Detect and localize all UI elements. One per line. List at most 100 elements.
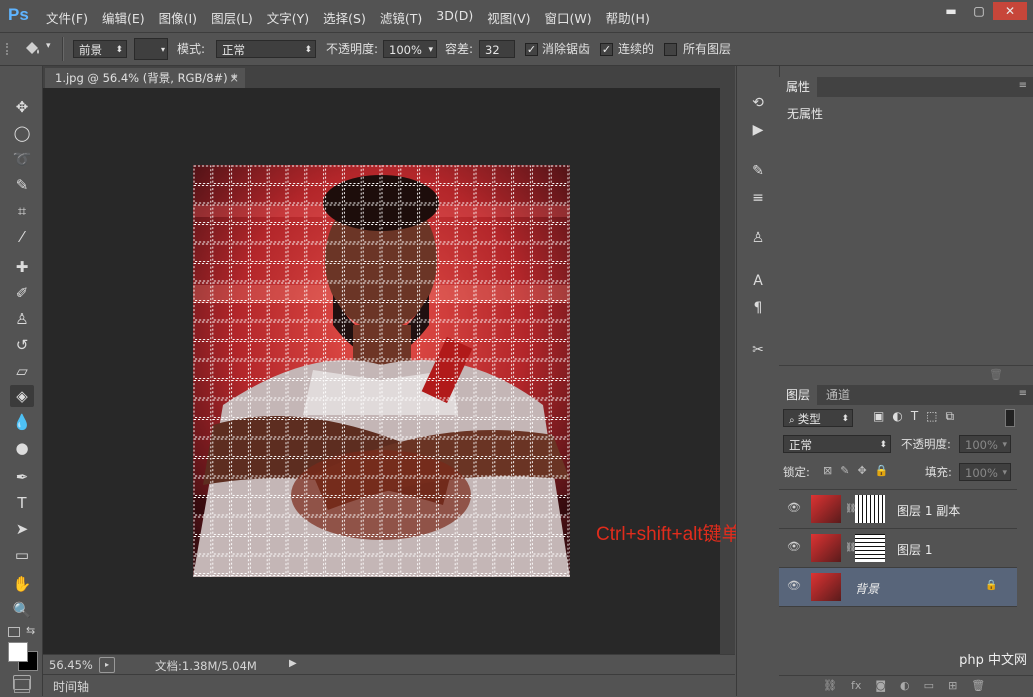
layer-opacity-input[interactable]: 100% ▾ xyxy=(959,435,1011,453)
filter-toggle[interactable] xyxy=(1005,409,1015,427)
layers-menu-icon[interactable]: ≡ xyxy=(1019,388,1027,399)
zoom-level[interactable]: 56.45% xyxy=(49,658,93,672)
tab-properties[interactable]: 属性 xyxy=(779,77,818,97)
filter-smart-object-icon[interactable]: ⧉ xyxy=(946,409,955,424)
layer-row-layer-1[interactable]: 👁 ⛓ 图层 1 xyxy=(779,529,1017,568)
healing-brush-tool-icon[interactable]: ✚ xyxy=(10,256,34,278)
menu-help[interactable]: 帮助(H) xyxy=(606,8,650,27)
antialias-checkbox[interactable]: ✓ xyxy=(525,43,538,56)
menu-file[interactable]: 文件(F) xyxy=(46,8,88,27)
paragraph-panel-icon[interactable]: ¶ xyxy=(747,298,769,318)
adjustment-layer-icon[interactable]: ◐ xyxy=(900,679,910,692)
history-brush-tool-icon[interactable]: ↺ xyxy=(10,334,34,356)
mode-select[interactable]: 正常 ⬍ xyxy=(216,40,316,58)
dodge-tool-icon[interactable]: ● xyxy=(10,437,34,459)
crop-tool-icon[interactable]: ⌗ xyxy=(10,200,34,222)
menu-layer[interactable]: 图层(L) xyxy=(211,8,253,27)
restore-button[interactable]: ▢ xyxy=(965,2,993,20)
clone-source-icon[interactable]: ♙ xyxy=(747,228,769,248)
swap-colors-icon[interactable]: ⇆ xyxy=(26,624,35,637)
move-tool-icon[interactable]: ✥ xyxy=(10,96,34,118)
opacity-input[interactable]: 100% ▾ xyxy=(383,40,437,58)
menu-select[interactable]: 选择(S) xyxy=(323,8,366,27)
new-group-icon[interactable]: ▭ xyxy=(924,679,934,692)
filter-adjustment-icon[interactable]: ◐ xyxy=(892,409,902,424)
blend-mode-select[interactable]: 正常 ⬍ xyxy=(783,435,891,453)
fill-input[interactable]: 100% ▾ xyxy=(959,463,1011,481)
vertical-scrollbar[interactable] xyxy=(720,88,735,654)
trash-icon[interactable]: 🗑 xyxy=(989,368,1003,381)
menu-view[interactable]: 视图(V) xyxy=(487,8,530,27)
character-panel-icon[interactable]: A xyxy=(747,271,769,291)
status-expand-icon[interactable]: ▶ xyxy=(289,658,297,669)
elliptical-marquee-tool-icon[interactable]: ◯ xyxy=(10,122,34,144)
brush-tool-icon[interactable]: ✐ xyxy=(10,282,34,304)
lasso-tool-icon[interactable]: ➰ xyxy=(10,148,34,170)
visibility-eye-icon[interactable]: 👁 xyxy=(787,541,801,552)
visibility-eye-icon[interactable]: 👁 xyxy=(787,502,801,513)
menu-type[interactable]: 文字(Y) xyxy=(267,8,309,27)
delete-layer-icon[interactable]: 🗑 xyxy=(971,679,985,692)
zoom-tool-icon[interactable]: 🔍 xyxy=(10,599,34,621)
tool-presets-icon[interactable]: ✂ xyxy=(747,340,769,360)
hand-tool-icon[interactable]: ✋ xyxy=(10,573,34,595)
brush-panel-icon[interactable]: ✎ xyxy=(747,161,769,181)
fill-source-select[interactable]: 前景 ⬍ xyxy=(73,40,127,58)
paint-bucket-tool-preset-icon[interactable]: ▾ xyxy=(22,39,52,59)
history-panel-icon[interactable]: ⟲ xyxy=(747,93,769,113)
layer-row-background[interactable]: 👁 背景 🔒 xyxy=(779,568,1017,607)
rectangle-tool-icon[interactable]: ▭ xyxy=(10,544,34,566)
pen-tool-icon[interactable]: ✒ xyxy=(10,466,34,488)
quick-selection-tool-icon[interactable]: ✎ xyxy=(10,174,34,196)
layer-mask-thumbnail[interactable] xyxy=(855,534,885,562)
status-menu-icon[interactable]: ▸ xyxy=(99,657,115,673)
filter-type-icon[interactable]: T xyxy=(911,409,918,424)
menu-window[interactable]: 窗口(W) xyxy=(545,8,592,27)
lock-position-icon[interactable]: ✥ xyxy=(857,464,866,477)
layer-mask-thumbnail[interactable] xyxy=(855,495,885,523)
properties-header: 属性 ≡ xyxy=(779,77,1033,97)
menu-3d[interactable]: 3D(D) xyxy=(436,8,473,27)
tolerance-input[interactable]: 32 xyxy=(479,40,515,58)
new-layer-icon[interactable]: ⊞ xyxy=(948,679,957,692)
filter-shape-icon[interactable]: ⬚ xyxy=(926,409,937,424)
close-button[interactable]: ✕ xyxy=(993,2,1027,20)
lock-transparent-icon[interactable]: ⊠ xyxy=(823,464,832,477)
document-image[interactable] xyxy=(193,165,570,577)
tab-close-icon[interactable]: × xyxy=(229,68,239,88)
type-tool-icon[interactable]: T xyxy=(10,492,34,514)
path-selection-tool-icon[interactable]: ➤ xyxy=(10,518,34,540)
add-mask-icon[interactable]: ◙ xyxy=(875,679,886,692)
visibility-eye-icon[interactable]: 👁 xyxy=(787,580,801,591)
layer-row-layer-1-copy[interactable]: 👁 ⛓ 图层 1 副本 xyxy=(779,490,1017,529)
contiguous-checkbox[interactable]: ✓ xyxy=(600,43,613,56)
panel-menu-icon[interactable]: ≡ xyxy=(1019,80,1027,91)
blur-tool-icon[interactable]: 💧 xyxy=(10,411,34,433)
menu-filter[interactable]: 滤镜(T) xyxy=(380,8,422,27)
paint-bucket-tool-icon[interactable]: ◈ xyxy=(10,385,34,407)
minimize-button[interactable]: ▬ xyxy=(937,2,965,20)
lock-pixels-icon[interactable]: ✎ xyxy=(840,464,849,477)
tab-channels[interactable]: 通道 xyxy=(819,385,857,405)
filter-pixel-icon[interactable]: ▣ xyxy=(873,409,884,424)
all-layers-checkbox[interactable] xyxy=(664,43,677,56)
layer-style-icon[interactable]: fx xyxy=(851,679,861,692)
lock-all-icon[interactable]: 🔒 xyxy=(875,464,889,477)
default-colors-icon[interactable] xyxy=(8,627,20,637)
brush-presets-icon[interactable]: ≡ xyxy=(747,188,769,208)
layer-filter-select[interactable]: ⌕ 类型 ⬍ xyxy=(783,409,853,427)
actions-panel-icon[interactable]: ▶ xyxy=(747,120,769,140)
tab-layers[interactable]: 图层 xyxy=(779,385,818,405)
eyedropper-tool-icon[interactable]: ⁄ xyxy=(10,226,34,248)
pattern-picker[interactable]: ▾ xyxy=(134,38,168,60)
clone-stamp-tool-icon[interactable]: ♙ xyxy=(10,308,34,330)
link-layers-icon[interactable]: ⛓ xyxy=(823,679,837,692)
timeline-label[interactable]: 时间轴 xyxy=(53,678,89,695)
fill-label: 填充: xyxy=(925,465,952,479)
eraser-tool-icon[interactable]: ▱ xyxy=(10,360,34,382)
screen-mode-icon[interactable] xyxy=(14,679,30,693)
menu-image[interactable]: 图像(I) xyxy=(159,8,197,27)
foreground-color-swatch[interactable] xyxy=(8,642,28,662)
document-tab[interactable]: 1.jpg @ 56.4% (背景, RGB/8#) * × xyxy=(45,68,245,88)
menu-edit[interactable]: 编辑(E) xyxy=(102,8,145,27)
